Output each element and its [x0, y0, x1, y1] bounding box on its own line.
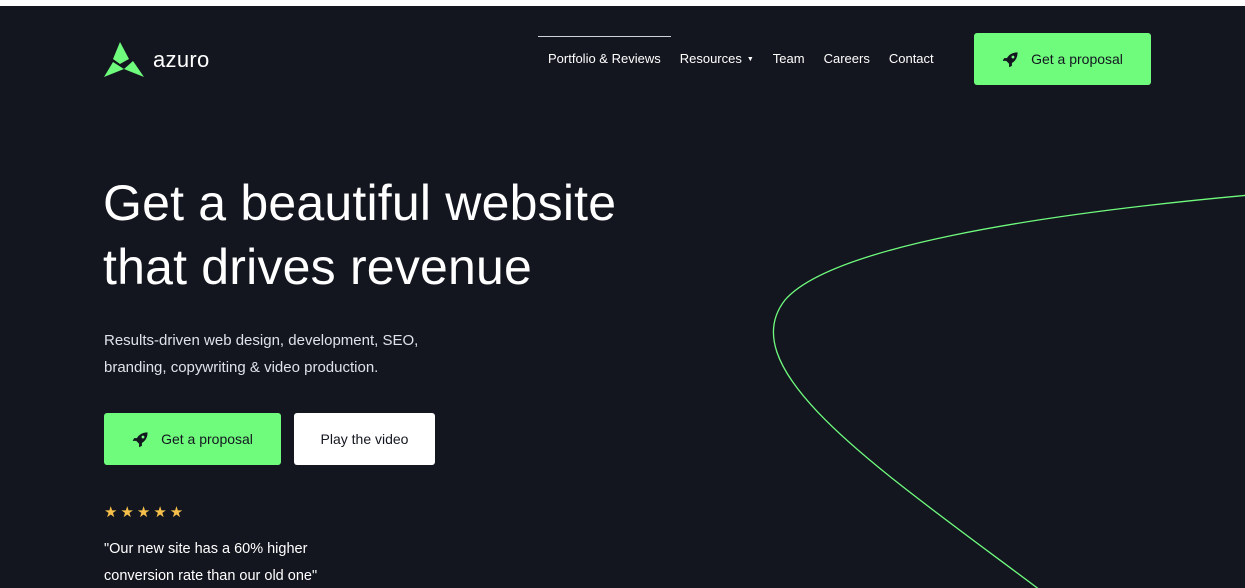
rocket-icon	[1002, 51, 1019, 68]
rocket-icon	[132, 431, 149, 448]
header-get-proposal-button[interactable]: Get a proposal	[974, 33, 1151, 85]
azuro-logo-icon	[104, 42, 144, 77]
nav-portfolio-reviews[interactable]: Portfolio & Reviews	[538, 36, 671, 66]
nav-resources-label: Resources	[679, 51, 742, 66]
testimonial-line: conversion rate than our old one"	[104, 568, 318, 584]
main-nav: Portfolio & Reviews Resources ▼ Team Care…	[538, 36, 934, 66]
nav-resources[interactable]: Resources ▼	[680, 51, 754, 66]
top-edge	[0, 0, 1245, 6]
hero-title-line: that drives revenue	[103, 239, 533, 295]
nav-careers[interactable]: Careers	[824, 51, 870, 66]
hero-get-proposal-label: Get a proposal	[161, 431, 253, 447]
testimonial-line: "Our new site has a 60% higher	[104, 541, 308, 557]
play-video-label: Play the video	[320, 431, 409, 447]
testimonial-quote: "Our new site has a 60% higher conversio…	[104, 536, 424, 588]
caret-down-icon: ▼	[746, 56, 754, 63]
hero-get-proposal-button[interactable]: Get a proposal	[104, 413, 281, 465]
rating-stars: ★★★★★	[104, 504, 187, 521]
logo[interactable]: azuro	[104, 42, 210, 77]
hero-title-line: Get a beautiful website	[103, 175, 617, 231]
hero-subtitle-line: branding, copywriting & video production…	[104, 359, 379, 376]
hero-title: Get a beautiful website that drives reve…	[103, 171, 743, 299]
play-video-button[interactable]: Play the video	[294, 413, 435, 465]
nav-team[interactable]: Team	[773, 51, 805, 66]
nav-contact[interactable]: Contact	[889, 51, 934, 66]
hero-subtitle-line: Results-driven web design, development, …	[104, 332, 419, 349]
brand-name: azuro	[153, 46, 210, 72]
hero-subtitle: Results-driven web design, development, …	[104, 327, 484, 381]
page: azuro Portfolio & Reviews Resources ▼ Tea…	[0, 0, 1245, 588]
header-get-proposal-label: Get a proposal	[1031, 51, 1123, 67]
